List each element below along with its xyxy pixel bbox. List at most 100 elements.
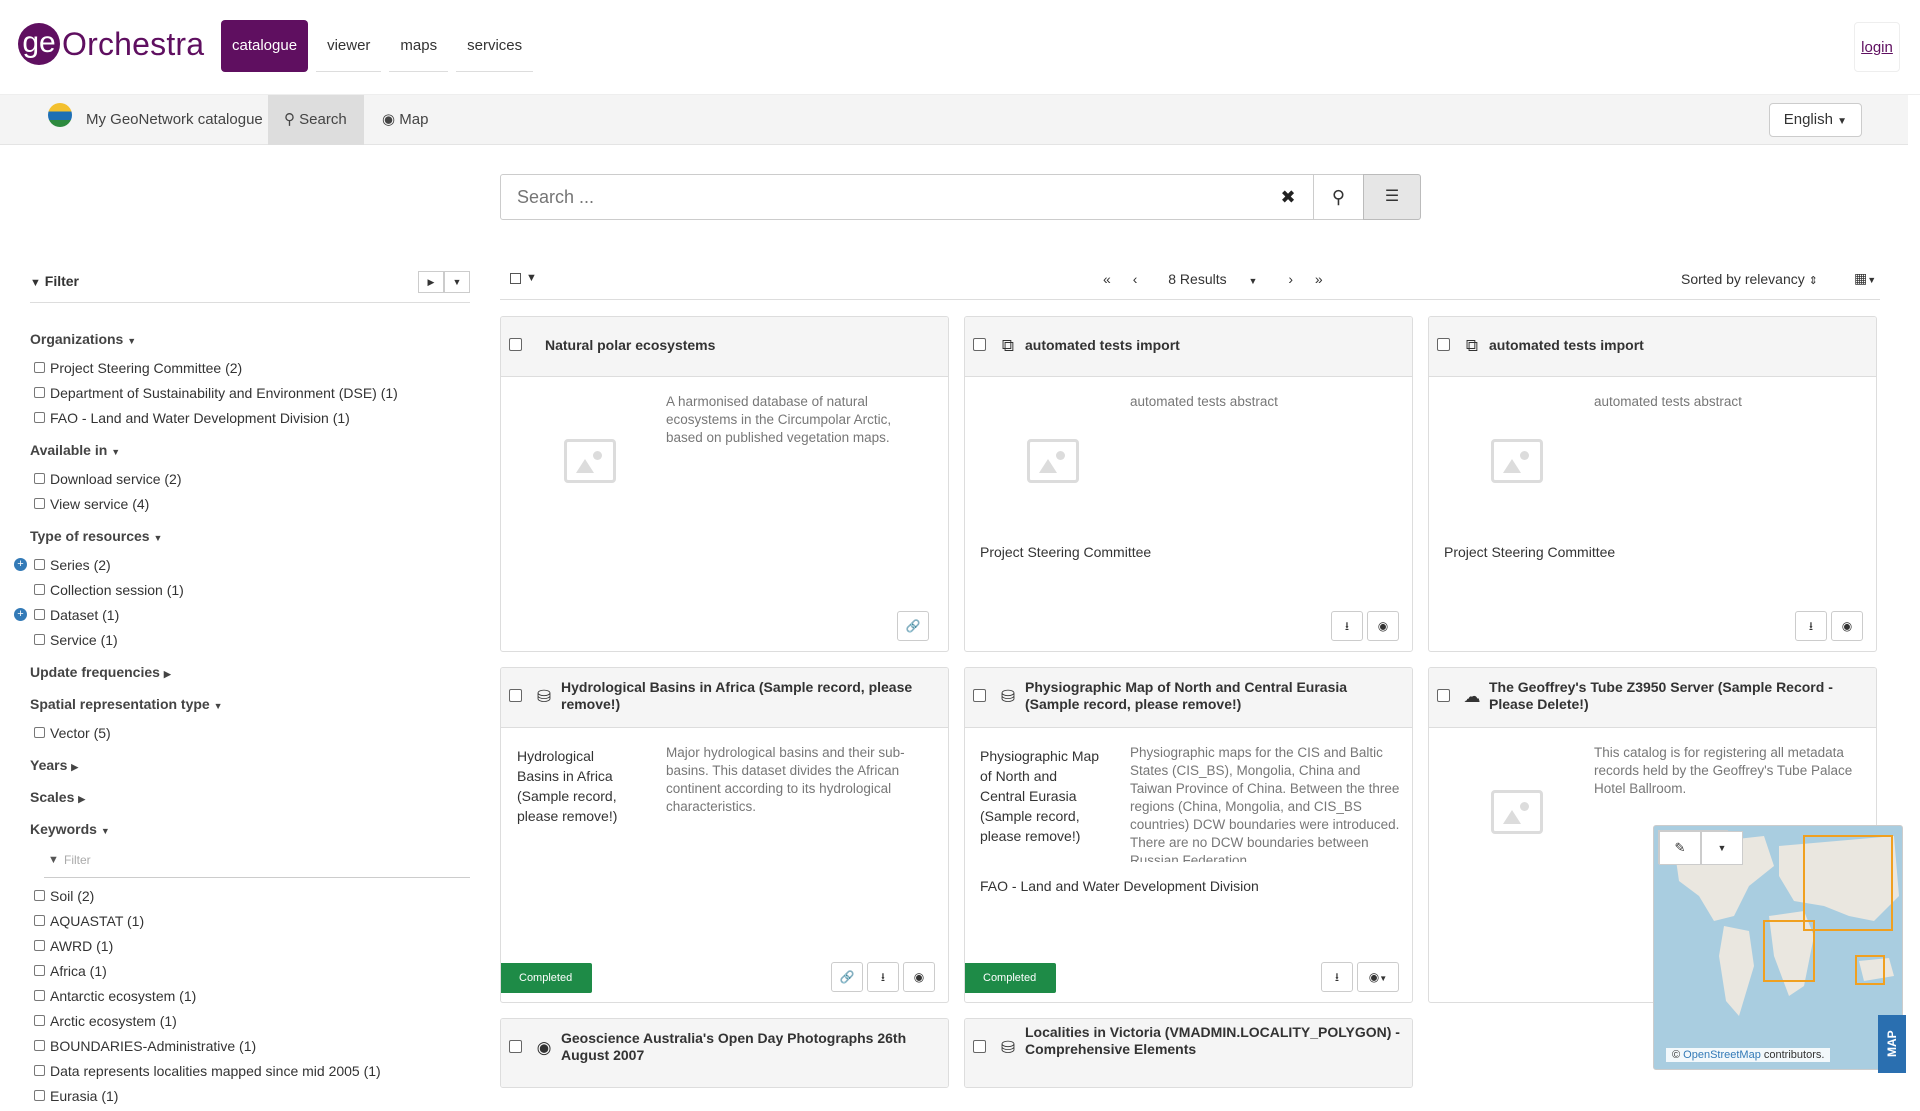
language-dropdown[interactable]: English ▼ [1768, 103, 1862, 137]
facet-item[interactable]: AQUASTAT (1) [30, 911, 470, 936]
facet-group-update-frequencies[interactable]: Update frequencies ▶ [30, 659, 470, 691]
facet-checkbox[interactable] [34, 609, 45, 620]
facet-item[interactable]: Vector (5) [30, 723, 470, 748]
facet-item[interactable]: + Dataset (1) [14, 605, 470, 630]
select-all-checkbox[interactable] [510, 272, 521, 284]
last-page-button[interactable]: » [1315, 271, 1323, 287]
record-title[interactable]: Geoscience Australia's Open Day Photogra… [561, 1030, 938, 1064]
link-button[interactable]: 🔗 [831, 962, 863, 992]
facet-checkbox[interactable] [34, 473, 45, 484]
facet-group-available-in[interactable]: Available in ▼ [30, 437, 470, 469]
expand-all-button[interactable]: ▼ [444, 271, 470, 293]
record-checkbox[interactable] [509, 338, 522, 351]
clear-search-button[interactable]: ✖ [1263, 175, 1313, 219]
facet-item[interactable]: Eurasia (1) [30, 1086, 470, 1111]
select-all-dropdown[interactable]: ▼ [510, 272, 537, 284]
sort-dropdown[interactable]: Sorted by relevancy ⇕ [1681, 271, 1818, 287]
record-card[interactable]: ◉ Geoscience Australia's Open Day Photog… [500, 1018, 949, 1088]
prev-page-button[interactable]: ‹ [1133, 271, 1138, 287]
record-title[interactable]: Natural polar ecosystems [545, 337, 938, 354]
link-button[interactable]: 🔗 [897, 611, 929, 641]
facet-item[interactable]: Africa (1) [30, 961, 470, 986]
facet-item[interactable]: Arctic ecosystem (1) [30, 1011, 470, 1036]
facet-group-years[interactable]: Years ▶ [30, 752, 470, 784]
facet-checkbox[interactable] [34, 584, 45, 595]
facet-group-keywords[interactable]: Keywords ▼ [30, 816, 470, 848]
record-checkbox[interactable] [973, 338, 986, 351]
facet-item[interactable]: Download service (2) [30, 469, 470, 494]
next-page-button[interactable]: › [1288, 271, 1293, 287]
record-checkbox[interactable] [509, 689, 522, 702]
record-title[interactable]: Physiographic Map of North and Central E… [1025, 679, 1402, 713]
search-input[interactable] [501, 175, 1271, 219]
facet-checkbox[interactable] [34, 940, 45, 951]
nav-services[interactable]: services [456, 20, 534, 72]
tab-map[interactable]: ◉ Map [382, 95, 428, 145]
facet-checkbox[interactable] [34, 387, 45, 398]
facet-item[interactable]: Soil (2) [30, 886, 470, 911]
record-checkbox[interactable] [973, 1040, 986, 1053]
facet-checkbox[interactable] [34, 1065, 45, 1076]
facet-item[interactable]: Service (1) [30, 630, 470, 655]
facet-item[interactable]: BOUNDARIES-Administrative (1) [30, 1036, 470, 1061]
record-card[interactable]: ⛁ Localities in Victoria (VMADMIN.LOCALI… [964, 1018, 1413, 1088]
facet-checkbox[interactable] [34, 362, 45, 373]
facet-checkbox[interactable] [34, 1015, 45, 1026]
expand-plus-icon[interactable]: + [14, 608, 27, 621]
facet-item[interactable]: + Series (2) [14, 555, 470, 580]
keywords-filter-input[interactable]: ▼ Filter [44, 848, 470, 878]
record-title[interactable]: Localities in Victoria (VMADMIN.LOCALITY… [1025, 1024, 1402, 1058]
catalogue-home-link[interactable]: My GeoNetwork catalogue [48, 95, 263, 145]
record-title[interactable]: Hydrological Basins in Africa (Sample re… [561, 679, 938, 713]
record-card[interactable]: ⛁ Physiographic Map of North and Central… [964, 667, 1413, 1003]
download-button[interactable]: ⭳ [1795, 611, 1827, 641]
facet-item[interactable]: Antarctic ecosystem (1) [30, 986, 470, 1011]
first-page-button[interactable]: « [1103, 271, 1111, 287]
expand-plus-icon[interactable]: + [14, 558, 27, 571]
collapse-all-button[interactable]: ▶ [418, 271, 444, 293]
results-count-dropdown[interactable]: 8 Results ▼ [1159, 271, 1266, 287]
record-checkbox[interactable] [1437, 338, 1450, 351]
osm-link[interactable]: OpenStreetMap [1683, 1049, 1761, 1061]
facet-group-type-of-resources[interactable]: Type of resources ▼ [30, 523, 470, 555]
mini-map[interactable]: ✎ ▼ © OpenStreetMap contributors. [1653, 825, 1903, 1070]
facet-item[interactable]: AWRD (1) [30, 936, 470, 961]
facet-item[interactable]: Collection session (1) [30, 580, 470, 605]
login-link[interactable]: login [1861, 39, 1893, 56]
record-card[interactable]: ⧉ automated tests import automated tests… [1428, 316, 1877, 652]
georchestra-logo[interactable]: ge Orchestra [18, 22, 204, 66]
facet-item[interactable]: Department of Sustainability and Environ… [30, 383, 470, 408]
record-checkbox[interactable] [973, 689, 986, 702]
facet-checkbox[interactable] [34, 634, 45, 645]
facet-item[interactable]: Project Steering Committee (2) [30, 358, 470, 383]
download-button[interactable]: ⭳ [1331, 611, 1363, 641]
facet-checkbox[interactable] [34, 412, 45, 423]
download-button[interactable]: ⭳ [867, 962, 899, 992]
nav-maps[interactable]: maps [389, 20, 449, 72]
facet-group-spatial-representation[interactable]: Spatial representation type ▼ [30, 691, 470, 723]
facet-item[interactable]: FAO - Land and Water Development Divisio… [30, 408, 470, 433]
record-title[interactable]: The Geoffrey's Tube Z3950 Server (Sample… [1489, 679, 1866, 713]
record-card[interactable]: Natural polar ecosystems A harmonised da… [500, 316, 949, 652]
map-toggle-tab[interactable]: MAP [1878, 1015, 1906, 1073]
record-title[interactable]: automated tests import [1025, 337, 1402, 354]
facet-checkbox[interactable] [34, 915, 45, 926]
map-tools-dropdown[interactable]: ▼ [1700, 830, 1743, 865]
record-title[interactable]: automated tests import [1489, 337, 1866, 354]
facet-checkbox[interactable] [34, 990, 45, 1001]
facet-checkbox[interactable] [34, 965, 45, 976]
view-map-button[interactable]: ◉ [1367, 611, 1399, 641]
facet-item[interactable]: Data represents localities mapped since … [30, 1061, 470, 1086]
facet-item[interactable]: View service (4) [30, 494, 470, 519]
record-card[interactable]: ⛁ Hydrological Basins in Africa (Sample … [500, 667, 949, 1003]
facet-checkbox[interactable] [34, 890, 45, 901]
facet-checkbox[interactable] [34, 1090, 45, 1101]
view-map-button[interactable]: ◉ [903, 962, 935, 992]
facet-checkbox[interactable] [34, 559, 45, 570]
tab-search[interactable]: ⚲ Search [268, 95, 364, 145]
download-button[interactable]: ⭳ [1321, 962, 1353, 992]
facet-checkbox[interactable] [34, 498, 45, 509]
view-map-dropdown[interactable]: ◉▼ [1357, 962, 1399, 992]
view-map-button[interactable]: ◉ [1831, 611, 1863, 641]
advanced-search-button[interactable]: ☰ [1363, 174, 1421, 220]
